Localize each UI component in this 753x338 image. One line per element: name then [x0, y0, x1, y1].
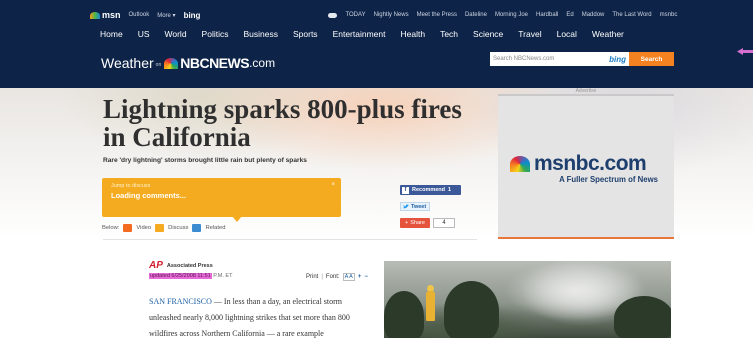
logo-on-text: on [155, 62, 162, 68]
font-decrease-button[interactable]: − [364, 274, 368, 280]
show-link-last-word[interactable]: The Last Word [612, 12, 651, 18]
source-name: Associated Press [166, 262, 213, 269]
section-name: Weather [101, 55, 154, 71]
nav-item-politics[interactable]: Politics [202, 29, 229, 43]
article-body: SAN FRANCISCO — In less than a day, an e… [149, 294, 371, 338]
section-logo[interactable]: Weather on NBCNEWS .com [101, 51, 275, 71]
show-link-ed[interactable]: Ed [566, 12, 573, 18]
pink-arrow-icon[interactable] [737, 48, 753, 55]
ad-tagline: A Fuller Spectrum of News [559, 175, 658, 184]
print-link[interactable]: Print [306, 274, 318, 280]
updated-highlight: updated 6/25/2008 11:51 [149, 273, 212, 279]
close-icon[interactable]: × [331, 182, 335, 188]
nav-item-health[interactable]: Health [400, 29, 425, 43]
msn-toolbar: msn Outlook More ▾ bing TODAY Nightly Ne… [90, 8, 677, 22]
nav-item-home[interactable]: Home [100, 29, 123, 43]
show-link-maddow[interactable]: Maddow [582, 12, 605, 18]
show-link-morning-joe[interactable]: Morning Joe [495, 12, 528, 18]
photo-tree [614, 296, 671, 338]
nav-item-weather[interactable]: Weather [592, 29, 624, 43]
updated-timestamp: updated 6/25/2008 11:51 P.M. ET [149, 273, 232, 279]
show-link-hardball[interactable]: Hardball [536, 12, 558, 18]
below-link-discuss[interactable]: Discuss [168, 225, 188, 231]
share-label: Share [410, 220, 425, 226]
facebook-recommend-button[interactable]: f Recommend 1 [400, 185, 461, 195]
font-label: Font: [325, 274, 340, 280]
dateline: SAN FRANCISCO [149, 297, 212, 306]
below-label: Below: [102, 225, 120, 231]
photo-tree [384, 291, 424, 338]
recommend-label: Recommend [412, 187, 446, 193]
main-nav: Home US World Politics Business Sports E… [100, 29, 639, 43]
article-tools: Print | Font: A A + − [306, 273, 368, 281]
msn-link-outlook[interactable]: Outlook [129, 12, 150, 18]
related-icon [192, 224, 202, 232]
below-link-related[interactable]: Related [205, 225, 225, 231]
peacock-icon [510, 156, 530, 172]
search-placeholder: Search NBCNews.com [493, 56, 555, 62]
below-link-video[interactable]: Video [136, 225, 151, 231]
nbc-news-dotcom: .com [249, 56, 276, 70]
updated-rest: P.M. ET [213, 273, 233, 279]
twitter-bird-icon [403, 204, 409, 209]
search-input[interactable]: Search NBCNews.com bing [490, 52, 629, 66]
below-links: Below: Video Discuss Related [102, 224, 225, 232]
nav-item-world[interactable]: World [165, 29, 187, 43]
msn-butterfly-icon [90, 11, 100, 19]
nbc-peacock-icon [164, 58, 179, 69]
divider [103, 239, 477, 240]
nav-item-travel[interactable]: Travel [518, 29, 541, 43]
comments-widget[interactable]: Jump to discuss Loading comments... × [102, 178, 341, 222]
tweet-label: Tweet [411, 203, 427, 210]
msnbc-ad[interactable]: msnbc.com A Fuller Spectrum of News [498, 94, 674, 239]
firefighter-figure [426, 291, 435, 321]
nav-item-science[interactable]: Science [473, 29, 503, 43]
weather-cloud-icon [328, 12, 338, 18]
recommend-count: 1 [448, 187, 452, 193]
bing-link[interactable]: bing [184, 11, 201, 20]
show-link-today[interactable]: TODAY [345, 12, 365, 18]
discuss-icon [155, 224, 165, 232]
comments-loading-text: Loading comments... [111, 191, 187, 200]
nav-item-tech[interactable]: Tech [440, 29, 458, 43]
share-plus-icon: + [405, 220, 409, 226]
show-link-msnbc[interactable]: msnbc [660, 12, 678, 18]
jump-to-discuss-link[interactable]: Jump to discuss [111, 183, 332, 189]
video-icon [123, 224, 133, 232]
show-link-dateline[interactable]: Dateline [465, 12, 487, 18]
wildfire-photo[interactable] [384, 261, 671, 338]
social-buttons: f Recommend 1 Tweet + Share 4 [400, 185, 461, 228]
ap-logo: AP [149, 260, 163, 271]
share-count: 4 [433, 218, 455, 228]
ad-brand: msnbc.com [534, 152, 647, 175]
site-search: Search NBCNews.com bing Search [490, 52, 674, 66]
font-size-toggle[interactable]: A A [342, 273, 355, 281]
nav-item-us[interactable]: US [138, 29, 150, 43]
show-link-nightly-news[interactable]: Nightly News [374, 12, 409, 18]
share-button[interactable]: + Share [400, 218, 430, 228]
msn-logo[interactable]: msn [90, 10, 121, 20]
article-deck: Rare 'dry lightning' storms brought litt… [103, 157, 307, 164]
facebook-icon: f [402, 186, 409, 194]
tweet-button[interactable]: Tweet [400, 202, 430, 211]
font-increase-button[interactable]: + [358, 274, 362, 280]
nav-item-entertainment[interactable]: Entertainment [333, 29, 386, 43]
article-headline: Lightning sparks 800-plus fires in Calif… [103, 94, 462, 152]
source-byline: AP Associated Press [149, 260, 213, 271]
nav-item-business[interactable]: Business [243, 29, 278, 43]
show-link-meet-the-press[interactable]: Meet the Press [417, 12, 457, 18]
search-button[interactable]: Search [629, 52, 674, 66]
bing-search-logo: bing [609, 54, 626, 64]
nav-item-sports[interactable]: Sports [293, 29, 318, 43]
nav-item-local[interactable]: Local [557, 29, 577, 43]
msn-link-more[interactable]: More ▾ [157, 12, 175, 19]
photo-tree [444, 281, 499, 338]
nbc-news-wordmark: NBCNEWS [180, 55, 250, 71]
